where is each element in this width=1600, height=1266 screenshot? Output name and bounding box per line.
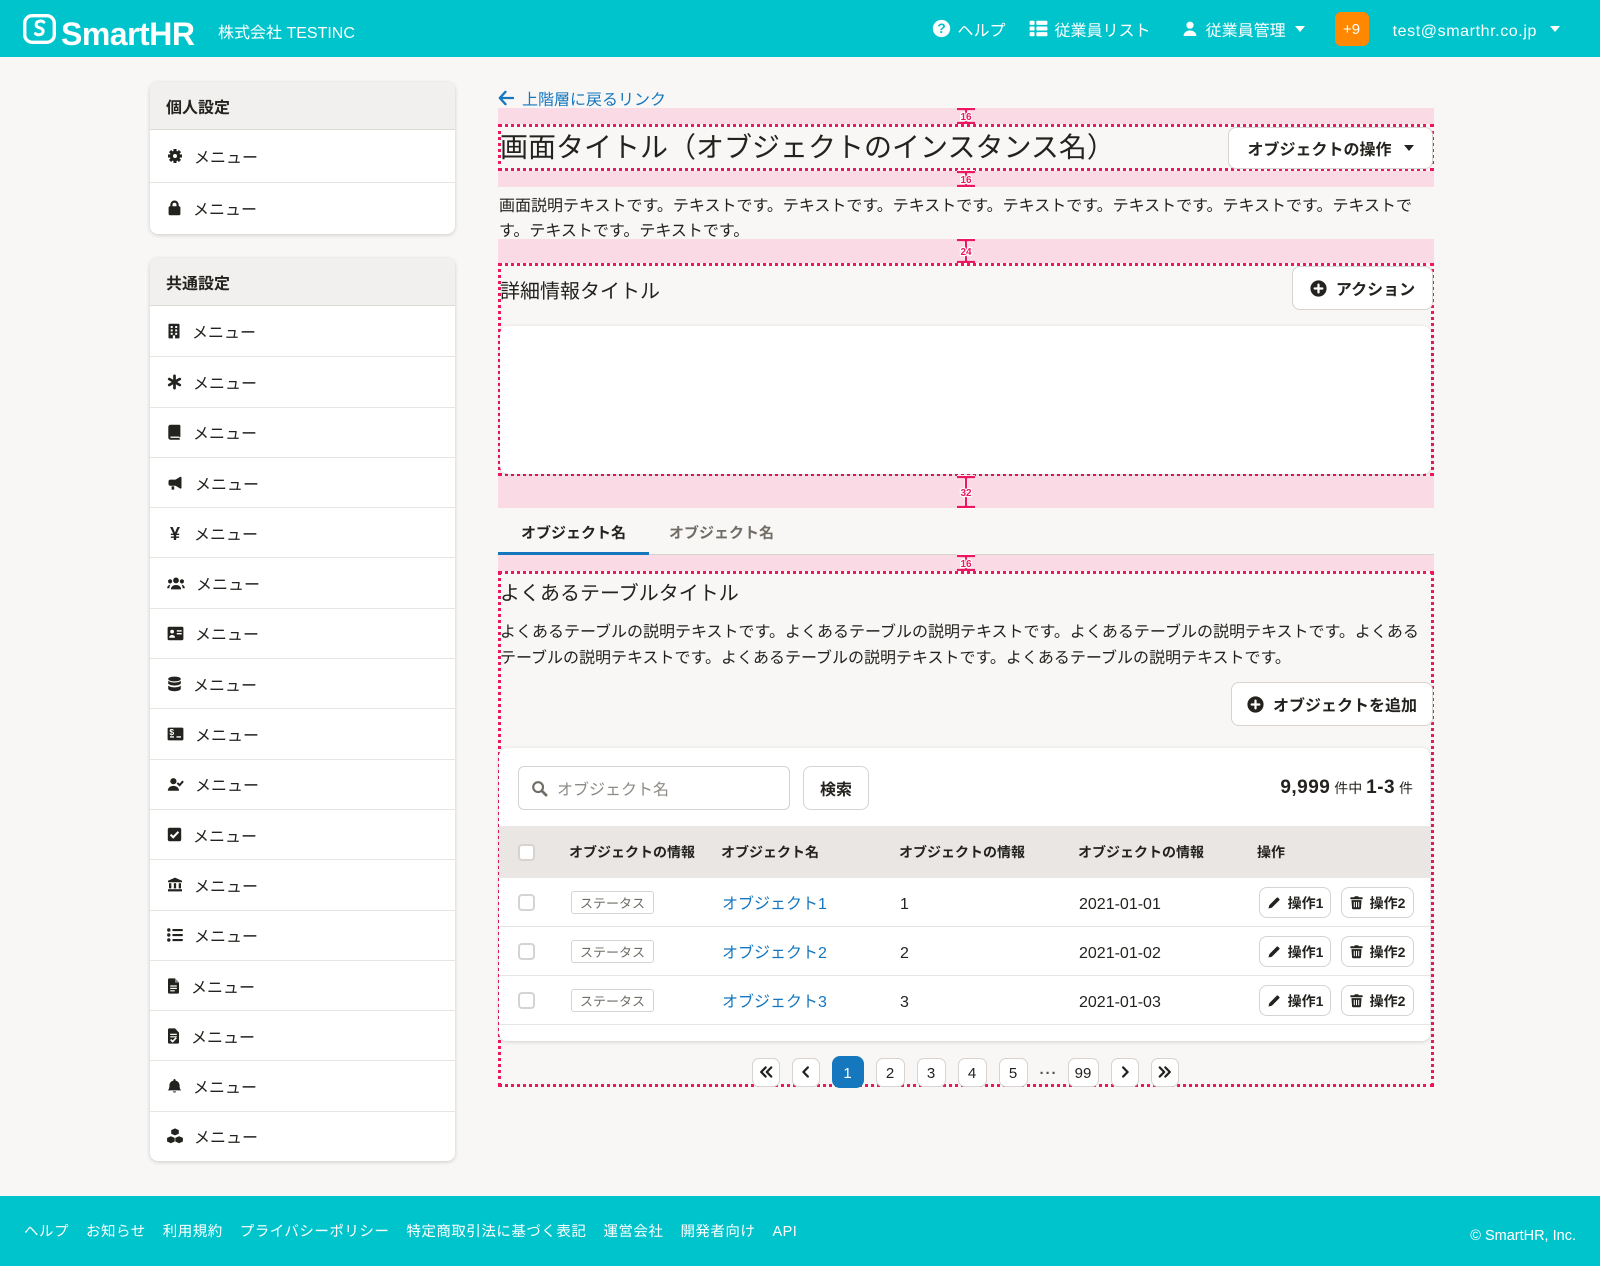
svg-text:16: 16 bbox=[960, 112, 972, 123]
svg-text:$: $ bbox=[169, 727, 174, 737]
svg-text:16: 16 bbox=[960, 175, 972, 186]
svg-text:32: 32 bbox=[960, 488, 972, 499]
svg-text:?: ? bbox=[937, 21, 945, 36]
svg-text:24: 24 bbox=[960, 247, 972, 258]
svg-text:16: 16 bbox=[960, 559, 972, 570]
